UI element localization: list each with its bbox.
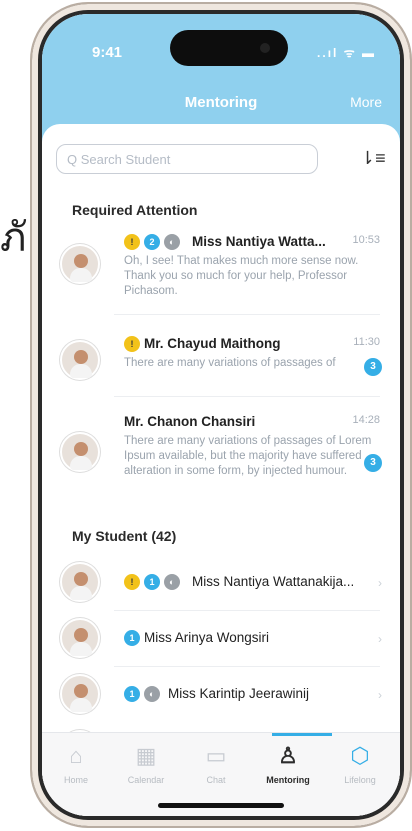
message-time: 10:53 xyxy=(352,234,380,246)
list-item[interactable]: Mr. Chanon Chansiri 14:28 There are many… xyxy=(52,414,390,498)
status-icon: ◐ xyxy=(164,574,180,590)
student-name: Miss Nantiya Watta... xyxy=(192,234,326,249)
chevron-right-icon: › xyxy=(378,576,382,590)
badge-group: ! 1 ◐ xyxy=(124,574,180,590)
avatar xyxy=(60,340,100,380)
mentoring-icon: ♙ xyxy=(278,743,298,768)
lifelong-icon: ⬡ xyxy=(350,743,370,768)
student-name: Miss Arinya Wongsiri xyxy=(144,630,270,645)
side-glyph: ภั xyxy=(0,215,27,261)
warning-icon: ! xyxy=(124,336,140,352)
badge-group: ! xyxy=(124,336,140,352)
message-preview: There are many variations of passages of… xyxy=(124,435,372,477)
chat-icon: ▭ xyxy=(205,743,227,768)
unread-count-badge: 3 xyxy=(364,358,382,376)
section-my-students: My Student (42) xyxy=(72,528,177,544)
message-time: 14:28 xyxy=(352,414,380,426)
tab-lifelong[interactable]: ⬡ Lifelong xyxy=(330,743,390,785)
avatar xyxy=(60,674,100,714)
tab-label: Lifelong xyxy=(344,775,376,785)
active-tab-indicator xyxy=(272,733,332,736)
home-icon: ⌂ xyxy=(69,743,83,768)
more-button[interactable]: More xyxy=(350,94,382,110)
unread-count-badge: 3 xyxy=(364,454,382,472)
avatar xyxy=(60,432,100,472)
list-item[interactable]: ! Mr. Chayud Maithong 11:30 There are ma… xyxy=(52,336,390,386)
badge-group: 1 ◐ xyxy=(124,686,160,702)
status-icons: ..ıl ᯤ ▬ xyxy=(317,46,376,60)
avatar xyxy=(60,618,100,658)
page-title: Mentoring xyxy=(184,94,258,111)
counter-badge: 1 xyxy=(124,630,140,646)
dynamic-island xyxy=(170,30,288,66)
chevron-right-icon: › xyxy=(378,632,382,646)
student-name: Mr. Chayud Maithong xyxy=(144,336,281,351)
warning-icon: ! xyxy=(124,574,140,590)
list-item[interactable]: 1 ◐ Miss Karintip Jeerawinij › xyxy=(52,672,390,720)
tab-label: Mentoring xyxy=(266,775,310,785)
message-preview: There are many variations of passages of xyxy=(124,357,336,369)
message-preview: Oh, I see! That makes much more sense no… xyxy=(124,255,359,297)
section-required-attention: Required Attention xyxy=(72,202,198,218)
screenshot-stage: ภั 9:41 ..ıl ᯤ ▬ Mentoring More Q Search… xyxy=(0,0,412,831)
tab-label: Calendar xyxy=(127,775,165,785)
divider xyxy=(114,666,380,667)
badge-group: 1 xyxy=(124,630,140,646)
content-panel: Q Search Student ⇂≡ Required Attention !… xyxy=(42,124,400,816)
divider xyxy=(114,610,380,611)
warning-icon: ! xyxy=(124,234,140,250)
tab-chat[interactable]: ▭ Chat xyxy=(186,743,246,785)
status-icon: ◐ xyxy=(164,234,180,250)
student-name: Miss Karintip Jeerawinij xyxy=(168,686,310,701)
tab-label: Chat xyxy=(206,775,226,785)
divider xyxy=(114,396,380,397)
avatar xyxy=(60,244,100,284)
badge-group: ! 2 ◐ xyxy=(124,234,180,250)
list-item[interactable]: 1 Miss Arinya Wongsiri › xyxy=(52,616,390,664)
message-time: 11:30 xyxy=(353,336,380,348)
tab-bar: ⌂ Home ▦ Calendar ▭ Chat ♙ Mentoring ⬡ L… xyxy=(42,732,400,816)
tab-mentoring[interactable]: ♙ Mentoring xyxy=(258,743,318,785)
chevron-right-icon: › xyxy=(378,688,382,702)
avatar xyxy=(60,562,100,602)
tab-calendar[interactable]: ▦ Calendar xyxy=(116,743,176,785)
counter-badge: 2 xyxy=(144,234,160,250)
counter-badge: 1 xyxy=(124,686,140,702)
phone-screen: 9:41 ..ıl ᯤ ▬ Mentoring More Q Search St… xyxy=(42,14,400,816)
status-time: 9:41 xyxy=(92,44,123,61)
search-input[interactable]: Q Search Student xyxy=(56,144,318,174)
tab-home[interactable]: ⌂ Home xyxy=(46,743,106,785)
home-indicator xyxy=(158,803,284,808)
student-name: Mr. Chanon Chansiri xyxy=(124,414,256,429)
list-item[interactable]: ! 1 ◐ Miss Nantiya Wattanakija... › xyxy=(52,560,390,608)
status-icon: ◐ xyxy=(144,686,160,702)
tab-label: Home xyxy=(63,775,88,785)
student-name: Miss Nantiya Wattanakija... xyxy=(192,574,355,589)
list-item[interactable]: ! 2 ◐ Miss Nantiya Watta... 10:53 Oh, I … xyxy=(52,234,390,304)
calendar-icon: ▦ xyxy=(135,743,157,768)
divider xyxy=(114,314,380,315)
counter-badge: 1 xyxy=(144,574,160,590)
sort-icon[interactable]: ⇂≡ xyxy=(360,148,386,169)
